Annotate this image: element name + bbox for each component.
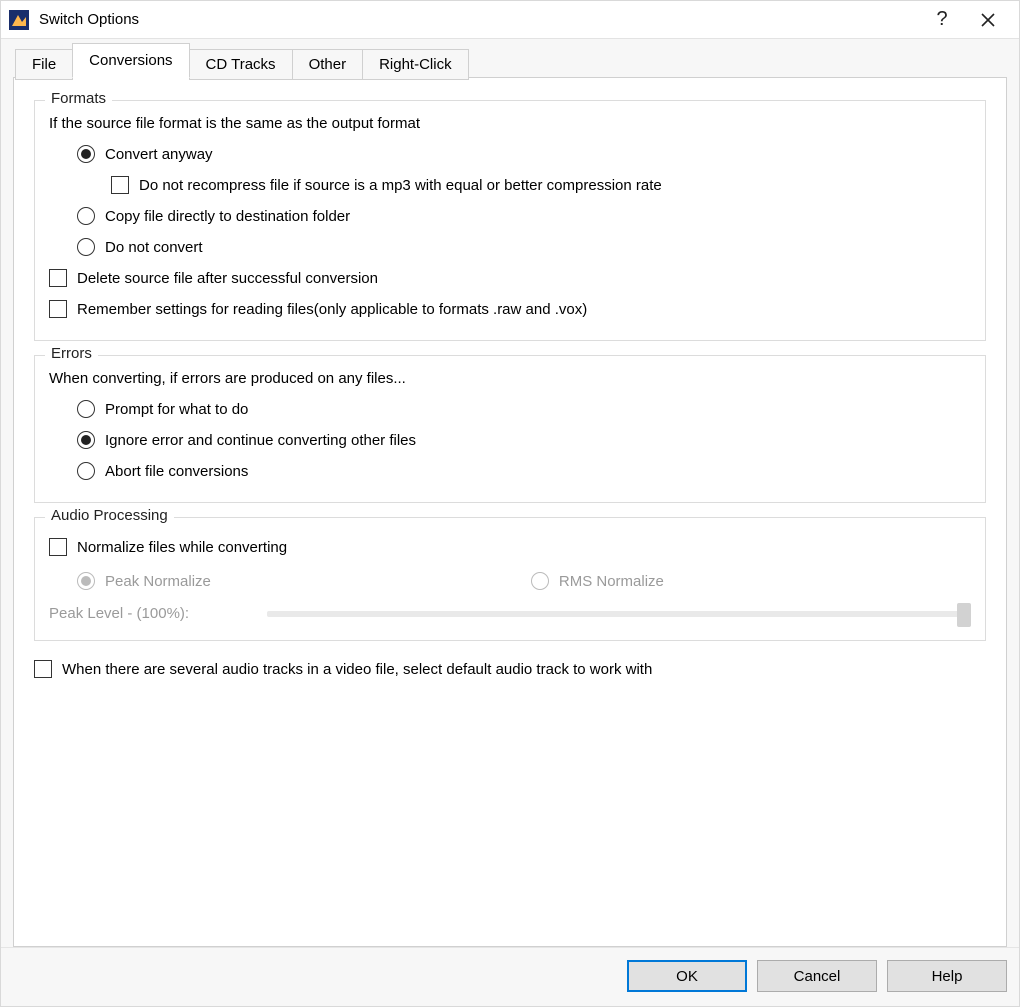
check-no-recompress-label: Do not recompress file if source is a mp…	[139, 177, 662, 194]
radio-copy-direct[interactable]	[77, 207, 95, 225]
radio-convert-anyway[interactable]	[77, 145, 95, 163]
group-formats: Formats If the source file format is the…	[34, 100, 986, 341]
window: Switch Options ? File Conversions CD Tra…	[0, 0, 1020, 1007]
check-no-recompress[interactable]	[111, 176, 129, 194]
tab-conversions[interactable]: Conversions	[72, 43, 189, 78]
content-area: File Conversions CD Tracks Other Right-C…	[1, 39, 1019, 947]
check-remember-settings-label: Remember settings for reading files(only…	[77, 301, 587, 318]
button-bar: OK Cancel Help	[1, 947, 1019, 1006]
radio-copy-direct-row[interactable]: Copy file directly to destination folder	[49, 202, 971, 230]
close-icon[interactable]	[965, 4, 1011, 36]
radio-prompt[interactable]	[77, 400, 95, 418]
slider-thumb-icon	[957, 603, 971, 627]
tab-file[interactable]: File	[15, 49, 73, 80]
check-default-audio-track-label: When there are several audio tracks in a…	[62, 661, 652, 678]
check-delete-source-label: Delete source file after successful conv…	[77, 270, 378, 287]
peak-level-label: Peak Level - (100%):	[49, 605, 249, 622]
group-errors: Errors When converting, if errors are pr…	[34, 355, 986, 503]
group-errors-title: Errors	[45, 345, 98, 362]
tab-cdtracks[interactable]: CD Tracks	[189, 49, 293, 80]
radio-prompt-label: Prompt for what to do	[105, 401, 248, 418]
help-icon[interactable]: ?	[919, 4, 965, 36]
radio-ignore-label: Ignore error and continue converting oth…	[105, 432, 416, 449]
radio-abort-row[interactable]: Abort file conversions	[49, 457, 971, 485]
peak-level-row: Peak Level - (100%):	[49, 605, 971, 622]
cancel-button[interactable]: Cancel	[757, 960, 877, 992]
radio-rms-row: RMS Normalize	[531, 567, 664, 595]
radio-prompt-row[interactable]: Prompt for what to do	[49, 395, 971, 423]
help-button[interactable]: Help	[887, 960, 1007, 992]
ok-button[interactable]: OK	[627, 960, 747, 992]
app-icon	[9, 10, 29, 30]
check-remember-settings[interactable]	[49, 300, 67, 318]
radio-convert-anyway-label: Convert anyway	[105, 146, 213, 163]
check-default-audio-track[interactable]	[34, 660, 52, 678]
check-delete-source[interactable]	[49, 269, 67, 287]
normalize-mode-row: Peak Normalize RMS Normalize	[49, 567, 971, 595]
radio-rms-label: RMS Normalize	[559, 573, 664, 590]
window-title: Switch Options	[39, 11, 919, 28]
radio-peak	[77, 572, 95, 590]
tab-panel-conversions: Formats If the source file format is the…	[13, 77, 1007, 947]
radio-abort[interactable]	[77, 462, 95, 480]
radio-do-not-convert-row[interactable]: Do not convert	[49, 233, 971, 261]
peak-level-slider	[267, 611, 965, 617]
tab-other[interactable]: Other	[292, 49, 364, 80]
radio-peak-label: Peak Normalize	[105, 573, 211, 590]
radio-convert-anyway-row[interactable]: Convert anyway	[49, 140, 971, 168]
tab-strip: File Conversions CD Tracks Other Right-C…	[13, 43, 1007, 78]
titlebar: Switch Options ?	[1, 1, 1019, 39]
radio-peak-row: Peak Normalize	[77, 567, 211, 595]
group-formats-title: Formats	[45, 90, 112, 107]
errors-desc: When converting, if errors are produced …	[49, 370, 971, 387]
radio-ignore-row[interactable]: Ignore error and continue converting oth…	[49, 426, 971, 454]
group-audio: Audio Processing Normalize files while c…	[34, 517, 986, 641]
tab-rightclick[interactable]: Right-Click	[362, 49, 469, 80]
check-normalize[interactable]	[49, 538, 67, 556]
radio-do-not-convert[interactable]	[77, 238, 95, 256]
check-delete-source-row[interactable]: Delete source file after successful conv…	[49, 264, 971, 292]
check-normalize-row[interactable]: Normalize files while converting	[49, 533, 971, 561]
radio-ignore[interactable]	[77, 431, 95, 449]
check-no-recompress-row[interactable]: Do not recompress file if source is a mp…	[49, 171, 971, 199]
radio-abort-label: Abort file conversions	[105, 463, 248, 480]
radio-do-not-convert-label: Do not convert	[105, 239, 203, 256]
check-normalize-label: Normalize files while converting	[77, 539, 287, 556]
radio-copy-direct-label: Copy file directly to destination folder	[105, 208, 350, 225]
formats-desc: If the source file format is the same as…	[49, 115, 971, 132]
radio-rms	[531, 572, 549, 590]
group-audio-title: Audio Processing	[45, 507, 174, 524]
check-default-audio-track-row[interactable]: When there are several audio tracks in a…	[34, 655, 986, 683]
check-remember-settings-row[interactable]: Remember settings for reading files(only…	[49, 295, 971, 323]
